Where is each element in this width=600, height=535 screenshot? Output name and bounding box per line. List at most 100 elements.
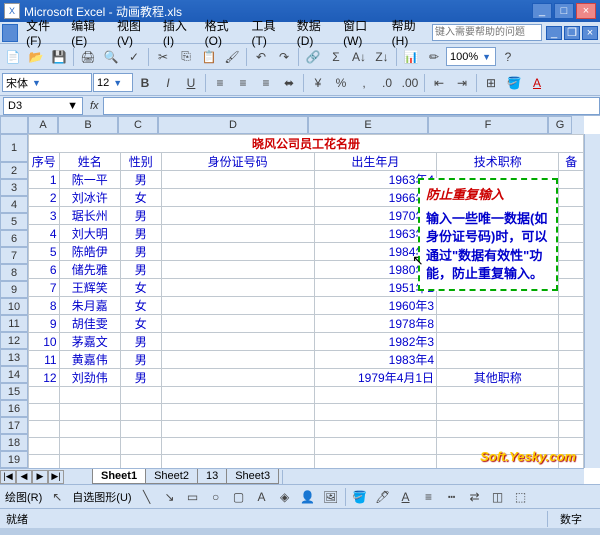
cell[interactable]: 朱月嘉 [59, 297, 120, 315]
cell[interactable] [437, 351, 559, 369]
cell[interactable] [161, 243, 314, 261]
cell[interactable]: 茅嘉文 [59, 333, 120, 351]
clipart-button[interactable]: 👤 [297, 486, 319, 508]
chart-button[interactable]: 📊 [400, 46, 422, 68]
cell[interactable] [559, 351, 584, 369]
cell[interactable] [437, 404, 559, 421]
cell[interactable]: 男 [120, 225, 161, 243]
line-style-button[interactable]: ≡ [418, 486, 440, 508]
tab-nav-next[interactable]: ▶ [32, 470, 48, 484]
help-search-input[interactable] [432, 24, 542, 41]
cell[interactable]: 3 [29, 207, 60, 225]
cell[interactable] [437, 387, 559, 404]
table-header-cell[interactable]: 序号 [29, 153, 60, 171]
draw-menu[interactable]: 绘图(R) [2, 489, 45, 505]
bold-button[interactable]: B [134, 72, 156, 94]
rectangle-button[interactable]: ▭ [182, 486, 204, 508]
cell[interactable] [29, 421, 60, 438]
paste-button[interactable]: 📋 [198, 46, 220, 68]
cell[interactable]: 刘冰许 [59, 189, 120, 207]
cell[interactable] [161, 438, 314, 455]
picture-button[interactable]: 🖼 [320, 486, 342, 508]
cell[interactable]: 王辉笑 [59, 279, 120, 297]
column-header[interactable]: G [548, 116, 572, 134]
cell[interactable] [559, 333, 584, 351]
merge-center-button[interactable]: ⬌ [278, 72, 300, 94]
tab-nav-last[interactable]: ▶| [48, 470, 64, 484]
select-all-corner[interactable] [0, 116, 28, 134]
font-color-button[interactable]: A [526, 72, 548, 94]
cell[interactable] [559, 189, 584, 207]
wordart-button[interactable]: A [251, 486, 273, 508]
save-button[interactable]: 💾 [48, 46, 70, 68]
cell[interactable] [120, 438, 161, 455]
minimize-button[interactable]: _ [532, 3, 552, 19]
sort-asc-button[interactable]: A↓ [348, 46, 370, 68]
cell[interactable]: 女 [120, 297, 161, 315]
close-button[interactable]: × [576, 3, 596, 19]
cut-button[interactable]: ✂ [152, 46, 174, 68]
shadow-button[interactable]: ◫ [487, 486, 509, 508]
cell[interactable]: 储先雅 [59, 261, 120, 279]
cell[interactable] [161, 279, 314, 297]
vertical-scrollbar[interactable] [584, 134, 600, 468]
textbox-button[interactable]: ▢ [228, 486, 250, 508]
cell[interactable]: 男 [120, 207, 161, 225]
sheet-tab[interactable]: Sheet1 [92, 469, 146, 484]
column-header[interactable]: F [428, 116, 548, 134]
new-button[interactable]: 📄 [2, 46, 24, 68]
column-header[interactable]: D [158, 116, 308, 134]
cell[interactable]: 7 [29, 279, 60, 297]
decrease-indent-button[interactable]: ⇤ [428, 72, 450, 94]
table-header-cell[interactable]: 技术职称 [437, 153, 559, 171]
drawing-button[interactable]: ✏ [423, 46, 445, 68]
cell[interactable] [29, 455, 60, 469]
cell[interactable]: 6 [29, 261, 60, 279]
cell[interactable]: 10 [29, 333, 60, 351]
fill-color-button[interactable]: 🪣 [503, 72, 525, 94]
autoshapes-menu[interactable]: 自选图形(U) [69, 489, 134, 505]
undo-button[interactable]: ↶ [250, 46, 272, 68]
row-header[interactable]: 1 [0, 134, 28, 162]
column-header[interactable]: E [308, 116, 428, 134]
zoom-dropdown[interactable]: 100%▼ [446, 47, 496, 66]
row-header[interactable]: 12 [0, 332, 28, 349]
cell[interactable] [161, 421, 314, 438]
row-header[interactable]: 4 [0, 196, 28, 213]
cell[interactable] [559, 225, 584, 243]
align-left-button[interactable]: ≡ [209, 72, 231, 94]
open-button[interactable]: 📂 [25, 46, 47, 68]
align-right-button[interactable]: ≡ [255, 72, 277, 94]
cell[interactable] [559, 297, 584, 315]
row-header[interactable]: 15 [0, 383, 28, 400]
redo-button[interactable]: ↷ [273, 46, 295, 68]
fx-label[interactable]: fx [86, 100, 103, 112]
row-header[interactable]: 14 [0, 366, 28, 383]
cell[interactable]: 1983年4 [314, 351, 436, 369]
row-header[interactable]: 8 [0, 264, 28, 281]
preview-button[interactable]: 🔍 [100, 46, 122, 68]
cell[interactable] [161, 315, 314, 333]
3d-button[interactable]: ⬚ [510, 486, 532, 508]
cell[interactable] [59, 438, 120, 455]
font-size-dropdown[interactable]: 12▼ [93, 73, 133, 92]
cell[interactable] [161, 225, 314, 243]
sort-desc-button[interactable]: Z↓ [371, 46, 393, 68]
cell[interactable] [314, 438, 436, 455]
cell[interactable]: 12 [29, 369, 60, 387]
cell[interactable]: 男 [120, 171, 161, 189]
cell[interactable] [437, 297, 559, 315]
cell[interactable] [314, 387, 436, 404]
cell[interactable] [559, 404, 584, 421]
cell[interactable]: 1982年3 [314, 333, 436, 351]
help-button[interactable]: ? [497, 46, 519, 68]
cell[interactable] [437, 333, 559, 351]
cell[interactable] [161, 455, 314, 469]
oval-button[interactable]: ○ [205, 486, 227, 508]
cell[interactable]: 陈一平 [59, 171, 120, 189]
sheet-tab[interactable]: 13 [197, 469, 227, 484]
cell[interactable]: 男 [120, 261, 161, 279]
row-header[interactable]: 5 [0, 213, 28, 230]
underline-button[interactable]: U [180, 72, 202, 94]
cell[interactable]: 男 [120, 369, 161, 387]
